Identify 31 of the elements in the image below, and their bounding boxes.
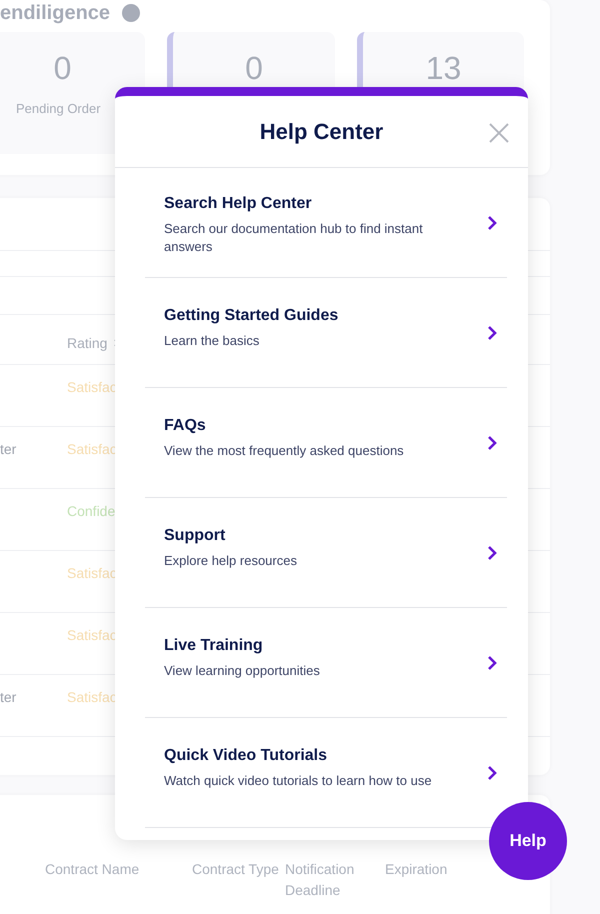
- chevron-right-icon: [487, 764, 497, 780]
- column-header: Contract Type: [192, 860, 280, 879]
- help-menu-item[interactable]: Live Training View learning opportunities: [145, 608, 507, 718]
- chevron-right-icon: [487, 324, 497, 340]
- column-header: Notification Deadline: [285, 860, 356, 900]
- close-button[interactable]: [488, 122, 510, 144]
- table-cell: ter: [0, 689, 16, 705]
- stat-value: 13: [426, 50, 462, 87]
- stat-label: Pending Order: [16, 101, 101, 116]
- column-header: Contract Name: [45, 860, 140, 879]
- rating-text: Satisfac: [67, 379, 117, 395]
- rating-text: Satisfac: [67, 441, 117, 457]
- chevron-right-icon: [487, 654, 497, 670]
- info-icon: [122, 4, 140, 22]
- rating-text: Satisfac: [67, 565, 117, 581]
- page-heading: endiligence: [0, 1, 110, 26]
- column-header: Expiration: [385, 860, 448, 879]
- rating-text: Satisfac: [67, 689, 117, 705]
- help-menu-item[interactable]: Support Explore help resources: [145, 498, 507, 608]
- chevron-right-icon: [487, 544, 497, 560]
- stat-value: 0: [245, 50, 263, 87]
- chevron-right-icon: [487, 434, 497, 450]
- dialog-title: Help Center: [260, 118, 384, 144]
- rating-text: Satisfac: [67, 627, 117, 643]
- stat-value: 0: [54, 50, 72, 87]
- help-menu-item[interactable]: Getting Started Guides Learn the basics: [145, 278, 507, 388]
- table-cell: ter: [0, 441, 16, 457]
- chevron-right-icon: [487, 214, 497, 230]
- help-menu-item[interactable]: FAQs View the most frequently asked questions: [145, 388, 507, 498]
- help-menu-item[interactable]: Search Help Center Search our documentation hub to find instant answers: [145, 168, 507, 278]
- rating-text: Confide: [67, 503, 116, 519]
